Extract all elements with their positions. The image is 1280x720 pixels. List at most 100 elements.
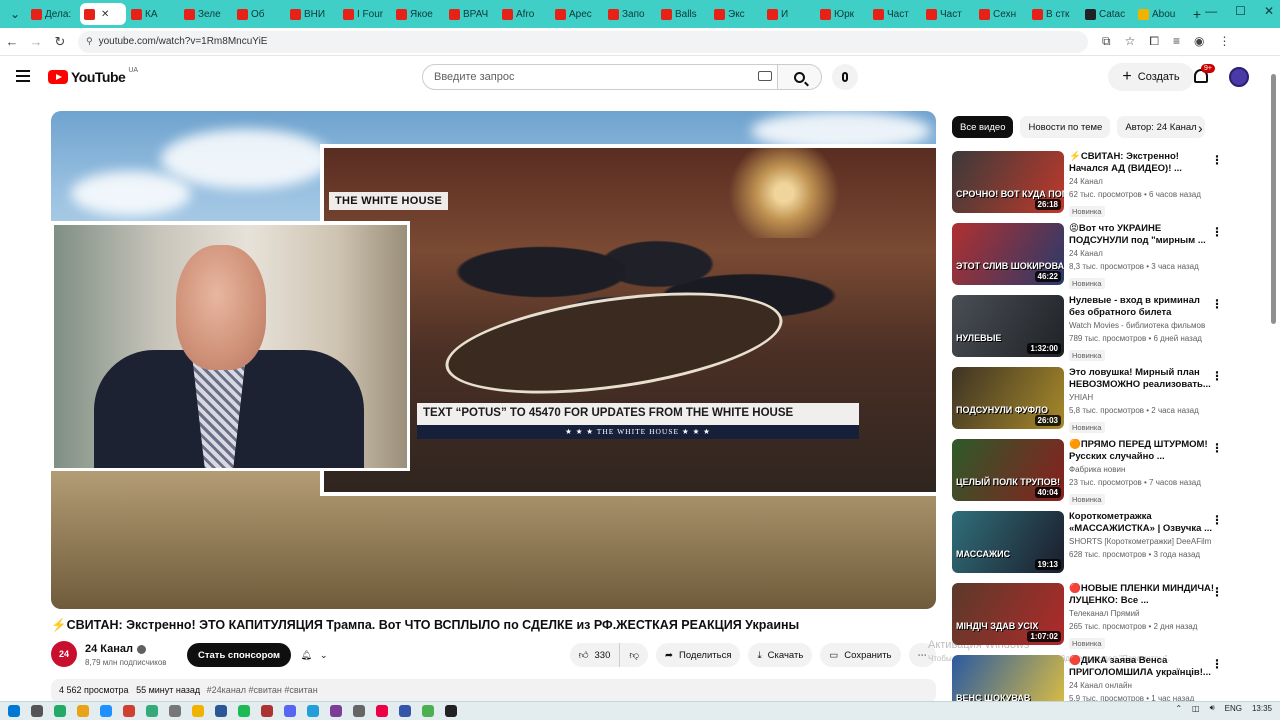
app-icon[interactable] bbox=[330, 705, 342, 717]
browser-tab[interactable]: Част bbox=[869, 3, 921, 25]
extensions-icon[interactable]: ⧠ bbox=[1149, 34, 1159, 49]
browser-tab[interactable]: ВРАЧ bbox=[445, 3, 497, 25]
app-icon[interactable] bbox=[238, 705, 250, 717]
language-indicator[interactable]: ENG bbox=[1225, 704, 1242, 713]
app-icon[interactable] bbox=[284, 705, 296, 717]
recommended-video[interactable]: МАССАЖИС 19:13 Короткометражка «МАССАЖИСТК… bbox=[952, 511, 1227, 575]
address-bar[interactable]: ⚲ youtube.com/watch?v=1Rm8MncuYiE bbox=[78, 30, 1088, 53]
app-icon[interactable] bbox=[261, 705, 273, 717]
telegram-icon[interactable] bbox=[307, 705, 319, 717]
app-icon[interactable] bbox=[169, 705, 181, 717]
more-options-icon[interactable]: ⋮ bbox=[1211, 657, 1223, 671]
new-tab-button[interactable]: + bbox=[1187, 6, 1207, 22]
volume-icon[interactable]: 🔊︎ bbox=[1210, 703, 1215, 713]
more-options-icon[interactable]: ⋮ bbox=[1211, 225, 1223, 239]
network-icon[interactable]: ◫ bbox=[1192, 704, 1200, 713]
app-icon[interactable] bbox=[192, 705, 204, 717]
file-explorer-icon[interactable] bbox=[77, 705, 89, 717]
more-options-icon[interactable]: ⋮ bbox=[1211, 441, 1223, 455]
channel-name[interactable]: 24 Канал bbox=[85, 643, 147, 655]
like-button[interactable]: 👍︎ 330 bbox=[570, 643, 620, 667]
video-player[interactable]: THE WHITE HOUSE TEXT “POTUS” TO 45470 FO… bbox=[51, 111, 936, 609]
youtube-logo[interactable]: YouTube UA bbox=[48, 67, 138, 85]
video-thumbnail[interactable]: СРОЧНО! ВОТ КУДА ПОПАЛ МАДЯР!26:18 bbox=[952, 151, 1064, 213]
more-options-icon[interactable]: ⋮ bbox=[1211, 153, 1223, 167]
clock[interactable]: 13:35 bbox=[1252, 704, 1272, 713]
recommended-video[interactable]: СРОЧНО! ВОТ КУДА ПОПАЛ МАДЯР!26:18⚡️СВИТ… bbox=[952, 151, 1227, 217]
recommended-video[interactable]: НУЛЕВЫЕ 1:32:00 Нулевые - вход в криминал … bbox=[952, 295, 1227, 361]
browser-tab[interactable]: КА bbox=[127, 3, 179, 25]
task-view-icon[interactable] bbox=[54, 705, 66, 717]
browser-tab[interactable]: И bbox=[763, 3, 815, 25]
browser-tab[interactable]: Юрк bbox=[816, 3, 868, 25]
browser-tab[interactable]: Abou bbox=[1134, 3, 1186, 25]
app-icon[interactable] bbox=[353, 705, 365, 717]
video-thumbnail[interactable]: МІНДІЧ ЗДАВ УСІХ 1:07:02 bbox=[952, 583, 1064, 645]
browser-tab[interactable]: Об bbox=[233, 3, 285, 25]
browser-menu-icon[interactable]: ⋮ bbox=[1218, 34, 1230, 49]
video-thumbnail[interactable]: ПОДСУНУЛИ ФУФЛО 26:03 bbox=[952, 367, 1064, 429]
keyboard-icon[interactable] bbox=[758, 71, 772, 81]
forward-icon[interactable]: → bbox=[24, 34, 48, 49]
download-button[interactable]: ⤓ Скачать bbox=[748, 643, 813, 667]
browser-tab[interactable]: ✕ bbox=[80, 3, 126, 25]
recommended-video[interactable]: ЭТОТ СЛИВ ШОКИРОВАЛ ВСЕ46:22😡Вот что УКР… bbox=[952, 223, 1227, 289]
filter-chip[interactable]: Все видео bbox=[952, 116, 1014, 138]
more-options-icon[interactable]: ⋮ bbox=[1211, 297, 1223, 311]
recommended-video[interactable]: ЦЕЛЫЙ ПОЛК ТРУПОВ! 40:04 🟠ПРЯМО ПЕРЕД ШТУР… bbox=[952, 439, 1227, 505]
account-avatar[interactable] bbox=[1229, 67, 1249, 87]
start-icon[interactable] bbox=[8, 705, 20, 717]
more-options-icon[interactable]: ⋮ bbox=[1211, 513, 1223, 527]
reload-icon[interactable]: ↻ bbox=[48, 34, 72, 50]
channel-avatar[interactable]: 24 bbox=[51, 641, 77, 667]
browser-tab[interactable]: ВНИ bbox=[286, 3, 338, 25]
more-options-icon[interactable]: ⋮ bbox=[1211, 585, 1223, 599]
filter-chip[interactable]: Автор: 24 Канал bbox=[1117, 116, 1205, 138]
filter-chip[interactable]: Новости по теме bbox=[1020, 116, 1111, 138]
edge-icon[interactable] bbox=[100, 705, 112, 717]
browser-tab[interactable]: Запо bbox=[604, 3, 656, 25]
recommended-video[interactable]: МІНДІЧ ЗДАВ УСІХ 1:07:02 🔴НОВЫЕ ПЛЕНКИ МИН… bbox=[952, 583, 1227, 649]
voice-search-button[interactable] bbox=[832, 64, 858, 90]
chevron-right-icon[interactable]: › bbox=[1198, 120, 1203, 136]
subscription-notifications-button[interactable]: 🔔︎ ⌄ bbox=[291, 643, 337, 667]
browser-tab[interactable]: Экс bbox=[710, 3, 762, 25]
more-options-icon[interactable]: ⋮ bbox=[1211, 369, 1223, 383]
profile-icon[interactable]: ◉ bbox=[1194, 34, 1204, 49]
page-scrollbar[interactable] bbox=[1271, 74, 1276, 324]
browser-tab[interactable]: Якое bbox=[392, 3, 444, 25]
app-icon[interactable] bbox=[123, 705, 135, 717]
search-button[interactable] bbox=[778, 64, 822, 90]
hashtags[interactable]: #24канал #свитан #свитан bbox=[207, 685, 318, 695]
app-icon[interactable] bbox=[445, 705, 457, 717]
close-window-icon[interactable]: ✕ bbox=[1264, 4, 1274, 18]
back-icon[interactable]: ← bbox=[0, 34, 24, 49]
browser-tab[interactable]: Catac bbox=[1081, 3, 1133, 25]
recommended-video[interactable]: ПОДСУНУЛИ ФУФЛО 26:03 Это ловушка! Мирный … bbox=[952, 367, 1227, 433]
video-thumbnail[interactable]: ЭТОТ СЛИВ ШОКИРОВАЛ ВСЕ46:22 bbox=[952, 223, 1064, 285]
maximize-icon[interactable]: ☐ bbox=[1235, 4, 1246, 18]
install-app-icon[interactable]: ⧉ bbox=[1102, 34, 1111, 49]
bookmark-star-icon[interactable]: ☆ bbox=[1125, 34, 1136, 49]
save-button[interactable]: ▭ Сохранить bbox=[820, 643, 901, 667]
close-tab-icon[interactable]: ✕ bbox=[101, 9, 109, 20]
browser-tab[interactable]: В стк bbox=[1028, 3, 1080, 25]
browser-tab[interactable]: Дела: bbox=[27, 3, 79, 25]
video-thumbnail[interactable]: ЦЕЛЫЙ ПОЛК ТРУПОВ! 40:04 bbox=[952, 439, 1064, 501]
search-input[interactable]: Введите запрос bbox=[422, 64, 778, 90]
browser-tab[interactable]: Afro bbox=[498, 3, 550, 25]
create-button[interactable]: + Создать bbox=[1108, 63, 1194, 91]
browser-tab[interactable]: Balls bbox=[657, 3, 709, 25]
share-button[interactable]: ➦ Поделиться bbox=[656, 643, 741, 667]
video-thumbnail[interactable]: МАССАЖИС 19:13 bbox=[952, 511, 1064, 573]
tab-search-icon[interactable]: ⌄ bbox=[4, 3, 26, 25]
browser-tab[interactable]: Зеле bbox=[180, 3, 232, 25]
app-icon[interactable] bbox=[376, 705, 388, 717]
taskbar-search-icon[interactable] bbox=[31, 705, 43, 717]
description-box[interactable]: 4 562 просмотра 55 минут назад #24канал … bbox=[51, 679, 936, 703]
video-thumbnail[interactable]: НУЛЕВЫЕ 1:32:00 bbox=[952, 295, 1064, 357]
browser-tab[interactable]: Част bbox=[922, 3, 974, 25]
browser-tab[interactable]: I Four bbox=[339, 3, 391, 25]
app-icon[interactable] bbox=[399, 705, 411, 717]
app-icon[interactable] bbox=[215, 705, 227, 717]
